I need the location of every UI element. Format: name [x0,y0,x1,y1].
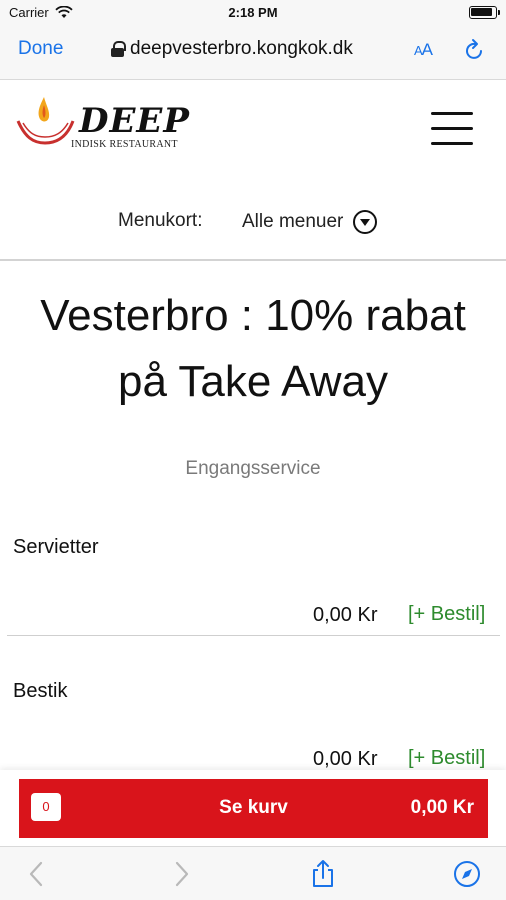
item-divider [7,635,500,636]
compass-icon[interactable] [452,859,482,889]
menu-item: Servietter 0,00 Kr [+ Bestil] [0,536,506,636]
browser-bar: Done deepvesterbro.kongkok.dk AA [0,26,506,80]
order-button[interactable]: [+ Bestil] [408,603,485,626]
view-cart-button[interactable]: 0 Se kurv 0,00 Kr [19,779,488,838]
header-divider [0,259,506,261]
text-size-large-label: A [421,40,433,59]
restaurant-logo[interactable]: DEEP INDISK RESTAURANT [15,93,205,153]
address-bar[interactable]: deepvesterbro.kongkok.dk [111,38,353,60]
share-icon[interactable] [308,859,338,889]
logo-subtitle: INDISK RESTAURANT [71,139,178,150]
item-price: 0,00 Kr [313,604,378,626]
menu-selector: Menukort: Alle menuer [0,200,506,240]
reload-icon[interactable] [464,38,486,62]
status-bar: Carrier 2:18 PM [0,0,506,26]
item-name: Bestik [13,680,68,702]
menu-dropdown-value: Alle menuer [242,211,344,232]
order-button[interactable]: [+ Bestil] [408,747,485,770]
menu-item: Bestik 0,00 Kr [+ Bestil] [0,680,506,780]
battery-icon [469,6,500,19]
menu-dropdown[interactable]: Alle menuer [242,210,378,234]
logo-title: DEEP [79,101,190,141]
menu-selector-label: Menukort: [118,210,203,231]
forward-arrow-icon[interactable] [166,859,196,889]
browser-toolbar [0,846,506,900]
text-size-small-label: A [414,43,423,58]
site-header: DEEP INDISK RESTAURANT [0,80,506,180]
lock-icon [111,41,126,57]
cart-total: 0,00 Kr [410,797,474,818]
status-time: 2:18 PM [228,5,278,20]
page-title: Vesterbro : 10% rabat på Take Away [40,291,466,406]
section-title: Engangsservice [185,458,321,479]
back-arrow-icon[interactable] [22,859,52,889]
item-name: Servietter [13,536,99,558]
url-text: deepvesterbro.kongkok.dk [130,38,353,59]
dropdown-arrow-icon [353,210,378,234]
text-size-button[interactable]: AA [414,40,433,60]
cart-area: 0 Se kurv 0,00 Kr [0,770,506,846]
lamp-logo-icon [16,97,75,145]
hamburger-menu-icon[interactable] [431,110,473,146]
done-button[interactable]: Done [18,38,63,60]
item-price: 0,00 Kr [313,748,378,770]
